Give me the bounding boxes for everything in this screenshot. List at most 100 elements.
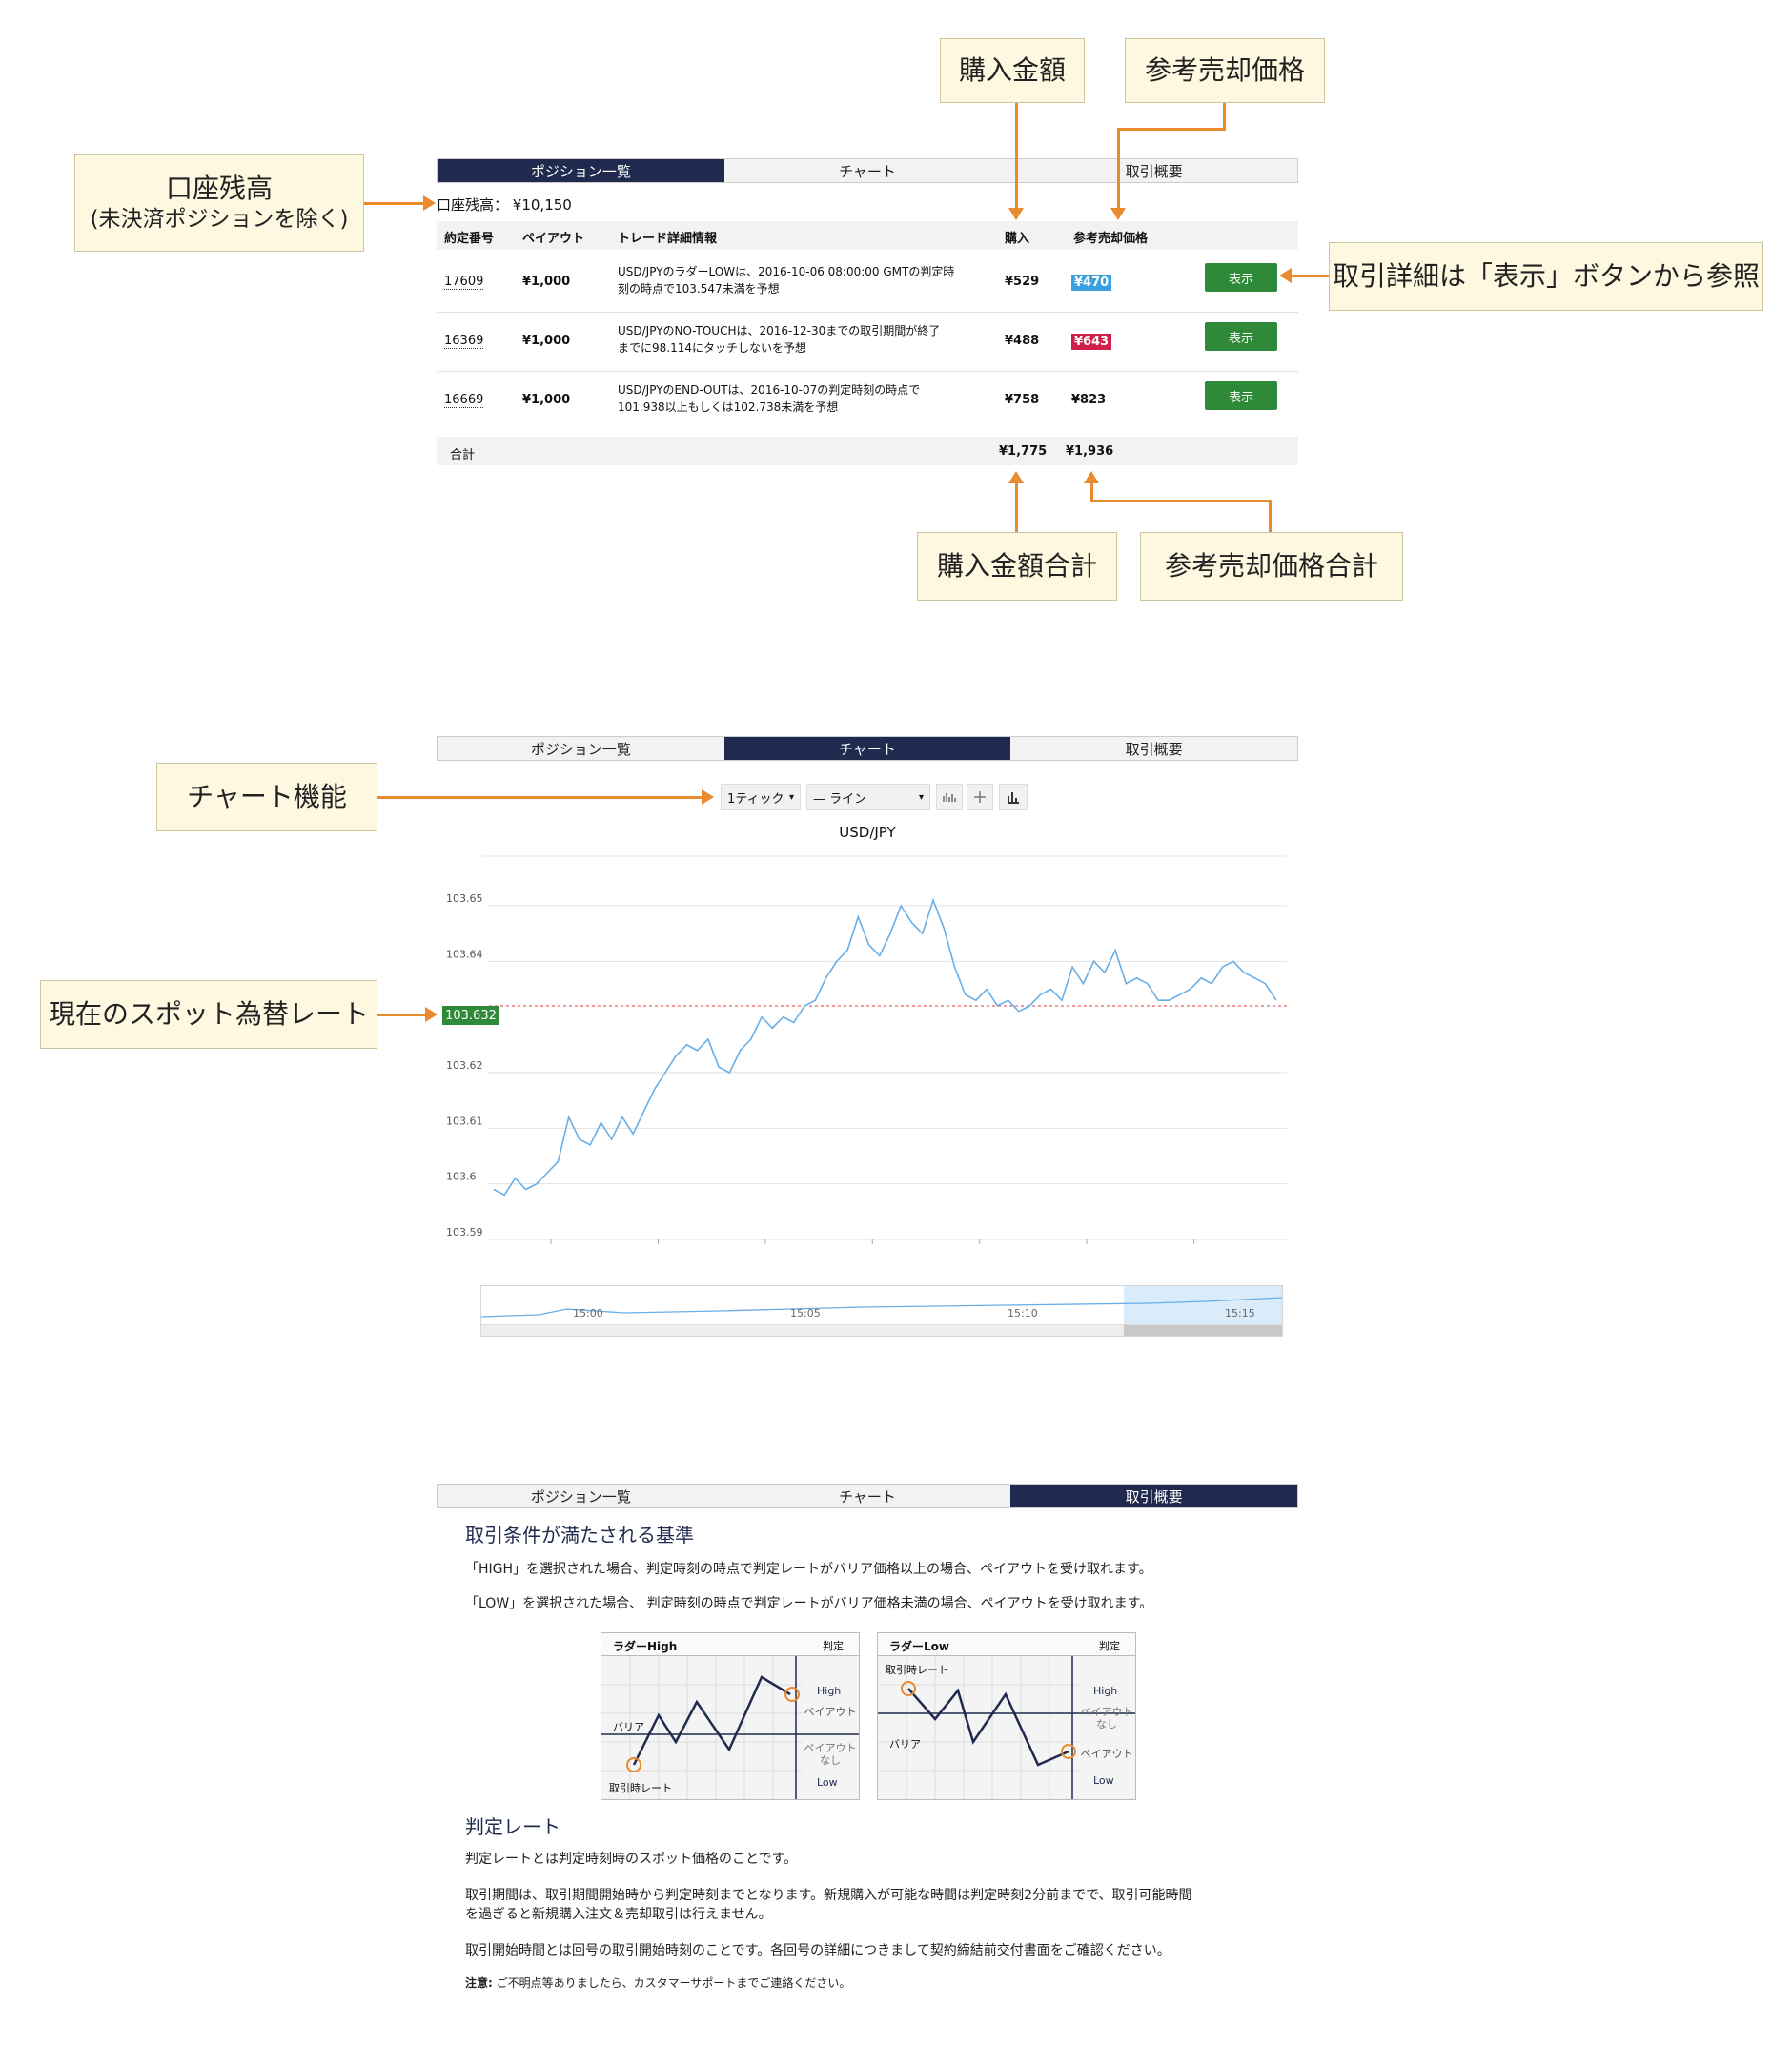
arrow-head-purchase-total — [1008, 471, 1024, 483]
interval-select-value: 1ティック — [727, 791, 784, 807]
notice-text: ご不明点等ありましたら、カスタマーサポートまでご連絡ください。 — [492, 1976, 851, 1990]
arrow-purchase-total — [1015, 481, 1018, 532]
show-button[interactable]: 表示 — [1205, 322, 1277, 351]
callout-balance-sub: (未決済ポジションを除く) — [90, 207, 349, 233]
price-chart[interactable]: 103.65 103.64 103.62 103.61 103.6 103.59 15:1… — [437, 849, 1298, 1259]
account-balance: 口座残高： ¥10,150 — [437, 195, 572, 215]
trade-detail-line2: までに98.114にタッチしないを予想 — [618, 341, 806, 355]
total-buy: ¥1,775 — [999, 444, 1048, 459]
trade-id[interactable]: 17609 — [444, 275, 484, 290]
bar-chart-button[interactable] — [999, 784, 1028, 810]
y-tick-label: 103.62 — [446, 1059, 483, 1072]
ladder-high-judge: 判定 — [823, 1640, 844, 1652]
heading-criteria: 取引条件が満たされる基準 — [465, 1524, 694, 1546]
tab-positions[interactable]: ポジション一覧 — [438, 159, 724, 182]
navigator-label: 15:10 — [1008, 1307, 1038, 1320]
total-label: 合計 — [450, 448, 476, 462]
sell-value-text: ¥643 — [1071, 334, 1112, 350]
trade-detail-line1: USD/JPYのEND-OUTは、2016-10-07の判定時刻の時点で — [618, 383, 921, 397]
navigator-label: 15:15 — [1225, 1307, 1255, 1320]
x-tick-label: 15:13:30 — [635, 1257, 682, 1259]
ladder-low-judge: 判定 — [1099, 1640, 1120, 1652]
arrow-head-purchase — [1008, 208, 1024, 220]
callout-purchase-total: 購入金額合計 — [917, 532, 1117, 601]
chart-style-select[interactable]: — ライン ▾ — [806, 784, 930, 810]
total-sell: ¥1,936 — [1066, 444, 1114, 459]
chart-navigator[interactable]: 15:00 15:05 15:10 15:15 — [480, 1285, 1283, 1337]
positions-total-row: 合計 ¥1,775 ¥1,936 — [437, 437, 1298, 465]
account-balance-label: 口座残高： — [437, 196, 509, 214]
tabs-overview: ポジション一覧 チャート 取引概要 — [437, 1484, 1298, 1508]
ladder-low-title: ラダーLow — [889, 1640, 949, 1653]
table-row: 16669 ¥1,000 USD/JPYのEND-OUTは、2016-10-07の判… — [437, 376, 1298, 425]
y-tick-label: 103.59 — [446, 1226, 483, 1239]
ladder-low-payout: ペイアウト — [1080, 1748, 1133, 1760]
sell-value: ¥823 — [1071, 393, 1106, 407]
ladder-high-payout: ペイアウト — [804, 1706, 857, 1718]
tab-overview[interactable]: 取引概要 — [1010, 159, 1298, 182]
tab-chart[interactable]: チャート — [723, 1485, 1011, 1507]
buy-value: ¥488 — [1005, 334, 1040, 348]
arrow-head-balance — [423, 195, 436, 211]
chart-title: USD/JPY — [839, 824, 896, 841]
ladder-high-title: ラダーHigh — [613, 1640, 678, 1653]
row-divider — [437, 312, 1298, 313]
crosshair-button[interactable] — [967, 784, 993, 810]
tab-overview[interactable]: 取引概要 — [1010, 737, 1298, 760]
navigator-scrollbar[interactable] — [481, 1324, 1282, 1336]
ladder-low-nopayout: ペイアウトなし — [1080, 1706, 1133, 1731]
callout-chart-func: チャート機能 — [156, 763, 377, 831]
scrollbar-thumb[interactable] — [1124, 1325, 1282, 1336]
col-payout: ペイアウト — [522, 232, 585, 246]
arrow-spot-rate — [377, 1014, 425, 1016]
buy-value: ¥529 — [1005, 275, 1040, 289]
notice: 注意: ご不明点等ありましたら、カスタマーサポートまでご連絡ください。 — [465, 1976, 850, 1992]
arrow-balance — [364, 202, 425, 205]
arrow-sell-v1 — [1223, 103, 1226, 130]
ladder-high-diagram: ラダーHigh 判定 High ペイアウト バリア ペイアウトなし Low 取引… — [601, 1632, 860, 1800]
arrow-sell-total-h — [1090, 500, 1272, 502]
indicator-button[interactable] — [936, 784, 963, 810]
tab-positions[interactable]: ポジション一覧 — [438, 737, 724, 760]
arrow-sell-total-v2 — [1269, 500, 1272, 532]
arrow-chart-func — [377, 796, 703, 799]
ladder-high-barrier: バリア — [613, 1721, 644, 1733]
arrow-head-sell — [1110, 208, 1126, 220]
col-buy: 購入 — [1005, 232, 1030, 246]
arrow-purchase — [1015, 103, 1018, 210]
arrow-head-detail — [1279, 268, 1292, 283]
y-tick-label: 103.64 — [446, 948, 483, 960]
trade-id[interactable]: 16669 — [444, 393, 484, 408]
tab-chart[interactable]: チャート — [723, 159, 1011, 182]
tab-overview[interactable]: 取引概要 — [1010, 1485, 1298, 1507]
notice-label: 注意: — [465, 1976, 493, 1990]
sell-value: ¥643 — [1071, 334, 1112, 350]
table-row: 16369 ¥1,000 USD/JPYのNO-TOUCHは、2016-12-30ま… — [437, 317, 1298, 366]
navigator-selection[interactable] — [1124, 1286, 1282, 1324]
ladder-low-barrier: バリア — [889, 1738, 921, 1751]
x-tick-label: 15:15:00 — [956, 1257, 1003, 1259]
sell-value-text: ¥823 — [1071, 393, 1107, 407]
arrow-sell-total-v1 — [1090, 481, 1093, 502]
col-sell: 参考売却価格 — [1073, 232, 1149, 246]
table-row: 17609 ¥1,000 USD/JPYのラダーLOWは、2016-10-06 08… — [437, 257, 1298, 307]
trade-detail-line1: USD/JPYのNO-TOUCHは、2016-12-30までの取引期間が終了 — [618, 324, 941, 338]
arrow-detail — [1289, 275, 1329, 277]
navigator-label: 15:05 — [790, 1307, 821, 1320]
payout-value: ¥1,000 — [522, 393, 571, 407]
show-button[interactable]: 表示 — [1205, 263, 1277, 292]
callout-purchase: 購入金額 — [940, 38, 1085, 103]
tab-chart[interactable]: チャート — [723, 737, 1011, 760]
callout-balance-title: 口座残高 — [165, 172, 273, 204]
callout-detail: 取引詳細は「表示」ボタンから参照 — [1329, 242, 1763, 311]
interval-select[interactable]: 1ティック ▾ — [721, 784, 801, 810]
trading-period-text-1: 取引期間は、取引期間開始時から判定時刻までとなります。新規購入が可能な時間は判定… — [465, 1888, 1192, 1903]
sell-value-text: ¥470 — [1071, 275, 1112, 291]
arrow-head-chart-func — [702, 789, 714, 805]
trade-id[interactable]: 16369 — [444, 334, 484, 349]
show-button[interactable]: 表示 — [1205, 381, 1277, 410]
callout-balance: 口座残高 (未決済ポジションを除く) — [74, 154, 364, 252]
tab-positions[interactable]: ポジション一覧 — [438, 1485, 724, 1507]
chevron-down-icon: ▾ — [788, 791, 794, 803]
y-tick-label: 103.6 — [446, 1171, 477, 1183]
